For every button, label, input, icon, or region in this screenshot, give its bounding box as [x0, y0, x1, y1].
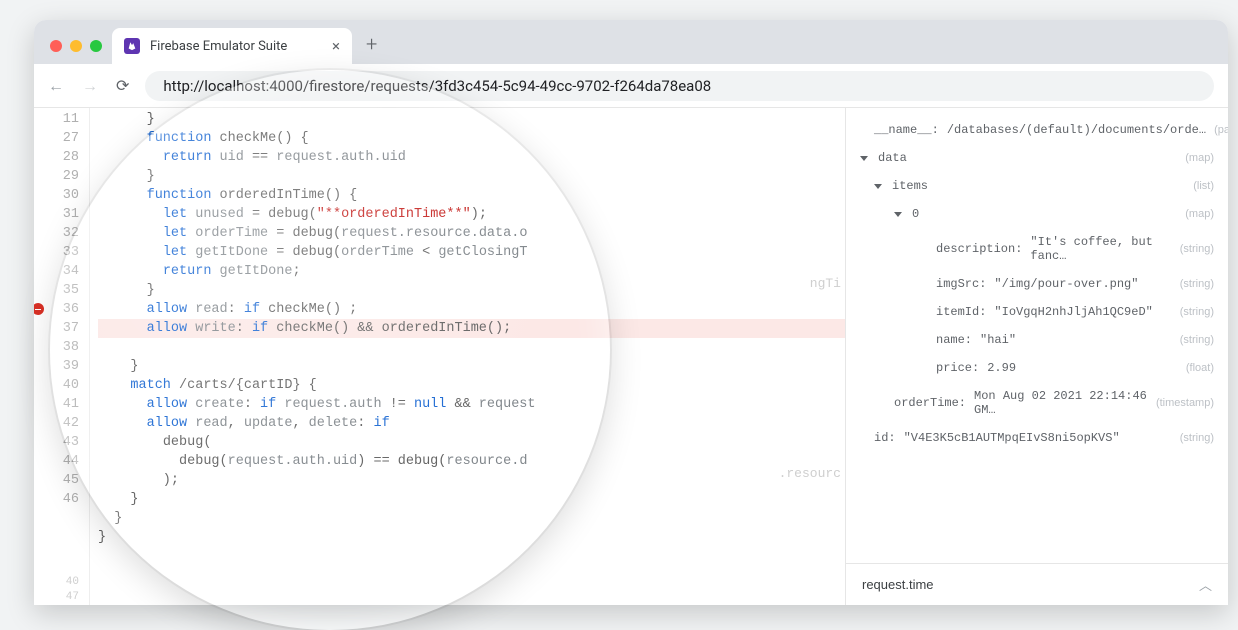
line-number: 30	[34, 186, 79, 205]
inspector-row-ordertime: orderTime: Mon Aug 02 2021 22:14:46 GM… …	[846, 382, 1228, 424]
line-number: 11	[34, 110, 79, 129]
code-body[interactable]: } function checkMe() { return uid == req…	[90, 108, 845, 605]
line-number: 29	[34, 167, 79, 186]
line-number: 41	[34, 395, 79, 414]
minimize-window-icon[interactable]	[70, 40, 82, 52]
back-button-icon[interactable]: ←	[48, 76, 64, 96]
window-controls	[44, 40, 112, 64]
inspector-row-imgsrc: imgSrc: "/img/pour-over.png" (string)	[846, 270, 1228, 298]
line-number: 27	[34, 129, 79, 148]
line-number: 31	[34, 205, 79, 224]
nav-controls: ← → ⟳	[48, 76, 129, 96]
overflow-hint: ngTi	[810, 276, 841, 291]
line-number: 32	[34, 224, 79, 243]
tab-title: Firebase Emulator Suite	[150, 39, 287, 54]
inspector-row-price: price: 2.99 (float)	[846, 354, 1228, 382]
line-number: 28	[34, 148, 79, 167]
browser-tab[interactable]: Firebase Emulator Suite ×	[112, 28, 352, 64]
inspector-row-id: id: "V4E3K5cB1AUTMpqEIvS8ni5opKVS" (stri…	[846, 424, 1228, 452]
line-number: 44	[34, 452, 79, 471]
request-time-section[interactable]: request.time ︿	[846, 563, 1228, 605]
line-number: 43	[34, 433, 79, 452]
inspector-row-description: description: "It's coffee, but fanc… (st…	[846, 228, 1228, 270]
close-tab-icon[interactable]: ×	[332, 37, 340, 55]
line-number: 42	[34, 414, 79, 433]
page-content: 11 27 28 29 30 31 32 33 34 35 36 37 38 3…	[34, 108, 1228, 605]
inspector-row-items[interactable]: items (list)	[846, 172, 1228, 200]
line-number: 33	[34, 243, 79, 262]
line-number: 38	[34, 338, 79, 357]
tab-strip: Firebase Emulator Suite × +	[34, 20, 1228, 64]
caret-down-icon	[894, 212, 902, 217]
address-bar: ← → ⟳ http://localhost:4000/firestore/re…	[34, 64, 1228, 108]
line-number: 40	[34, 376, 79, 395]
overflow-hint: .resourc	[779, 466, 841, 481]
request-time-label: request.time	[862, 577, 934, 592]
inspector-row-data[interactable]: data (map)	[846, 144, 1228, 172]
forward-button-icon[interactable]: →	[82, 76, 98, 96]
error-marker-icon[interactable]: 36	[34, 300, 79, 319]
caret-down-icon	[860, 156, 868, 161]
url-input[interactable]: http://localhost:4000/firestore/requests…	[145, 71, 1214, 101]
inspector-row-index0[interactable]: 0 (map)	[846, 200, 1228, 228]
rules-editor: 11 27 28 29 30 31 32 33 34 35 36 37 38 3…	[34, 108, 846, 605]
chevron-up-icon: ︿	[1199, 575, 1212, 594]
caret-down-icon	[874, 184, 882, 189]
line-number: 35	[34, 281, 79, 300]
new-tab-button[interactable]: +	[352, 32, 391, 64]
request-inspector: __name__: /databases/(default)/documents…	[846, 108, 1228, 605]
inspector-row-item-name: name: "hai" (string)	[846, 326, 1228, 354]
line-number: 37	[34, 319, 79, 338]
line-number: 46	[34, 490, 79, 509]
inspector-row-itemid: itemId: "IoVgqH2nhJljAh1QC9eD" (string)	[846, 298, 1228, 326]
gutter-continuation: 40 47	[34, 569, 90, 605]
inspector-row-name: __name__: /databases/(default)/documents…	[846, 116, 1228, 144]
reload-button-icon[interactable]: ⟳	[116, 76, 129, 95]
close-window-icon[interactable]	[50, 40, 62, 52]
line-gutter: 11 27 28 29 30 31 32 33 34 35 36 37 38 3…	[34, 108, 90, 605]
browser-window: Firebase Emulator Suite × + ← → ⟳ http:/…	[34, 20, 1228, 605]
firebase-favicon-icon	[124, 38, 140, 54]
maximize-window-icon[interactable]	[90, 40, 102, 52]
line-number: 34	[34, 262, 79, 281]
line-number: 45	[34, 471, 79, 490]
line-number: 39	[34, 357, 79, 376]
url-text: http://localhost:4000/firestore/requests…	[163, 77, 711, 95]
